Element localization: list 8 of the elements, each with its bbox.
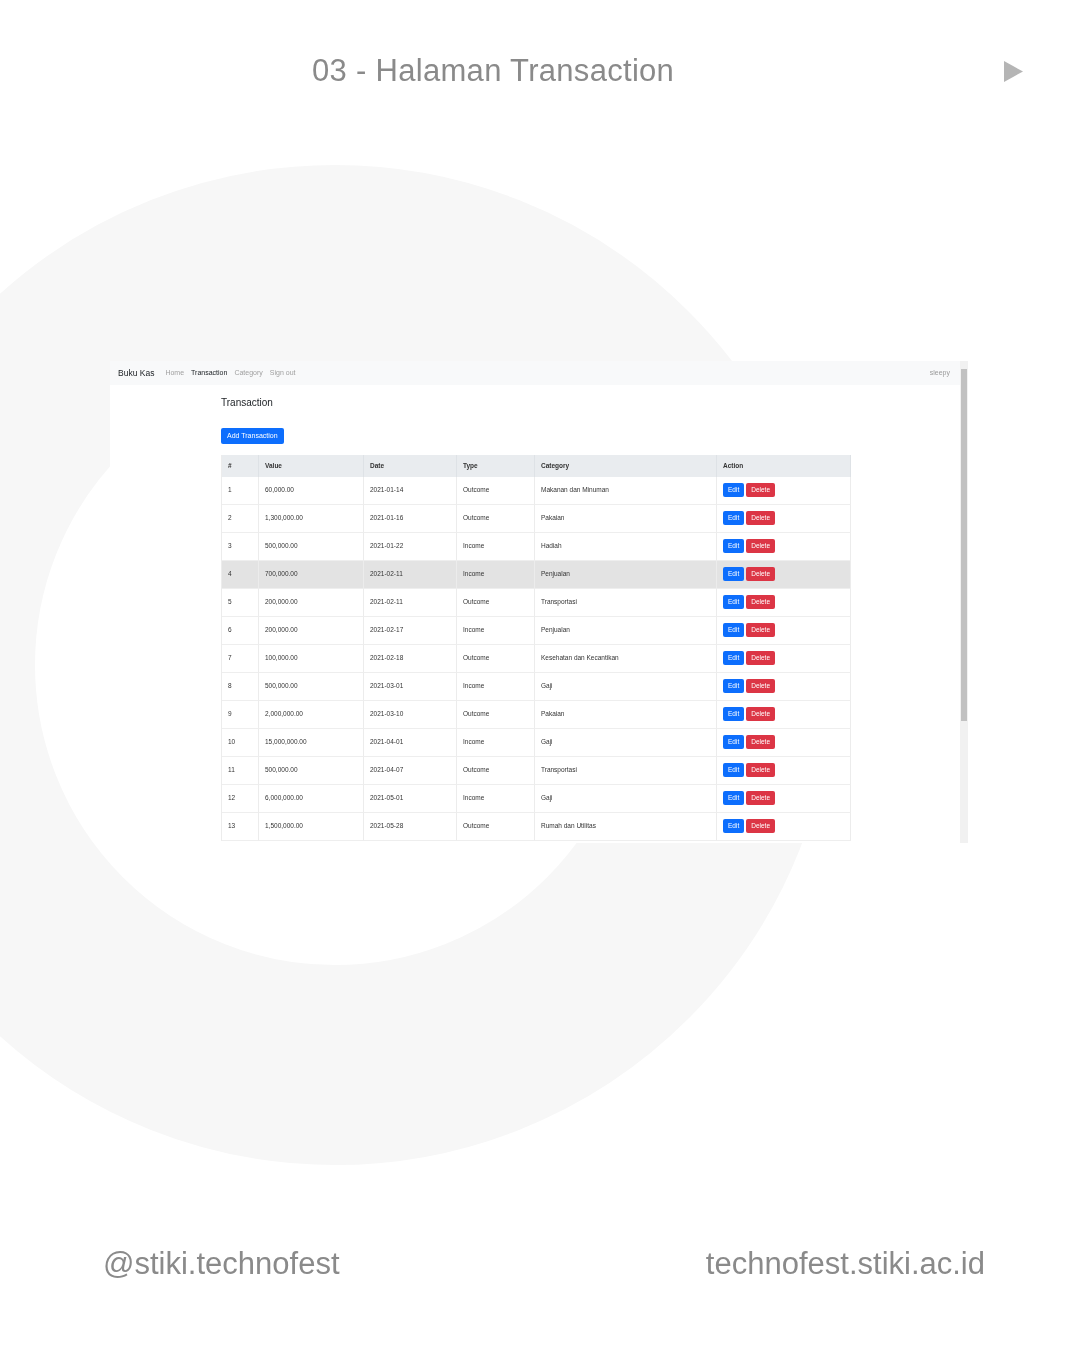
brand-name[interactable]: Buku Kas — [118, 366, 155, 380]
scrollbar-thumb[interactable] — [961, 369, 967, 721]
page-heading: Transaction — [221, 396, 274, 410]
scrollbar[interactable] — [960, 361, 968, 843]
website-address: technofest.stiki.ac.id — [705, 1245, 985, 1283]
poster-title: 03 - Halaman Transaction — [312, 52, 675, 90]
social-handle: @stiki.technofest — [103, 1245, 340, 1283]
play-icon — [1004, 61, 1023, 82]
